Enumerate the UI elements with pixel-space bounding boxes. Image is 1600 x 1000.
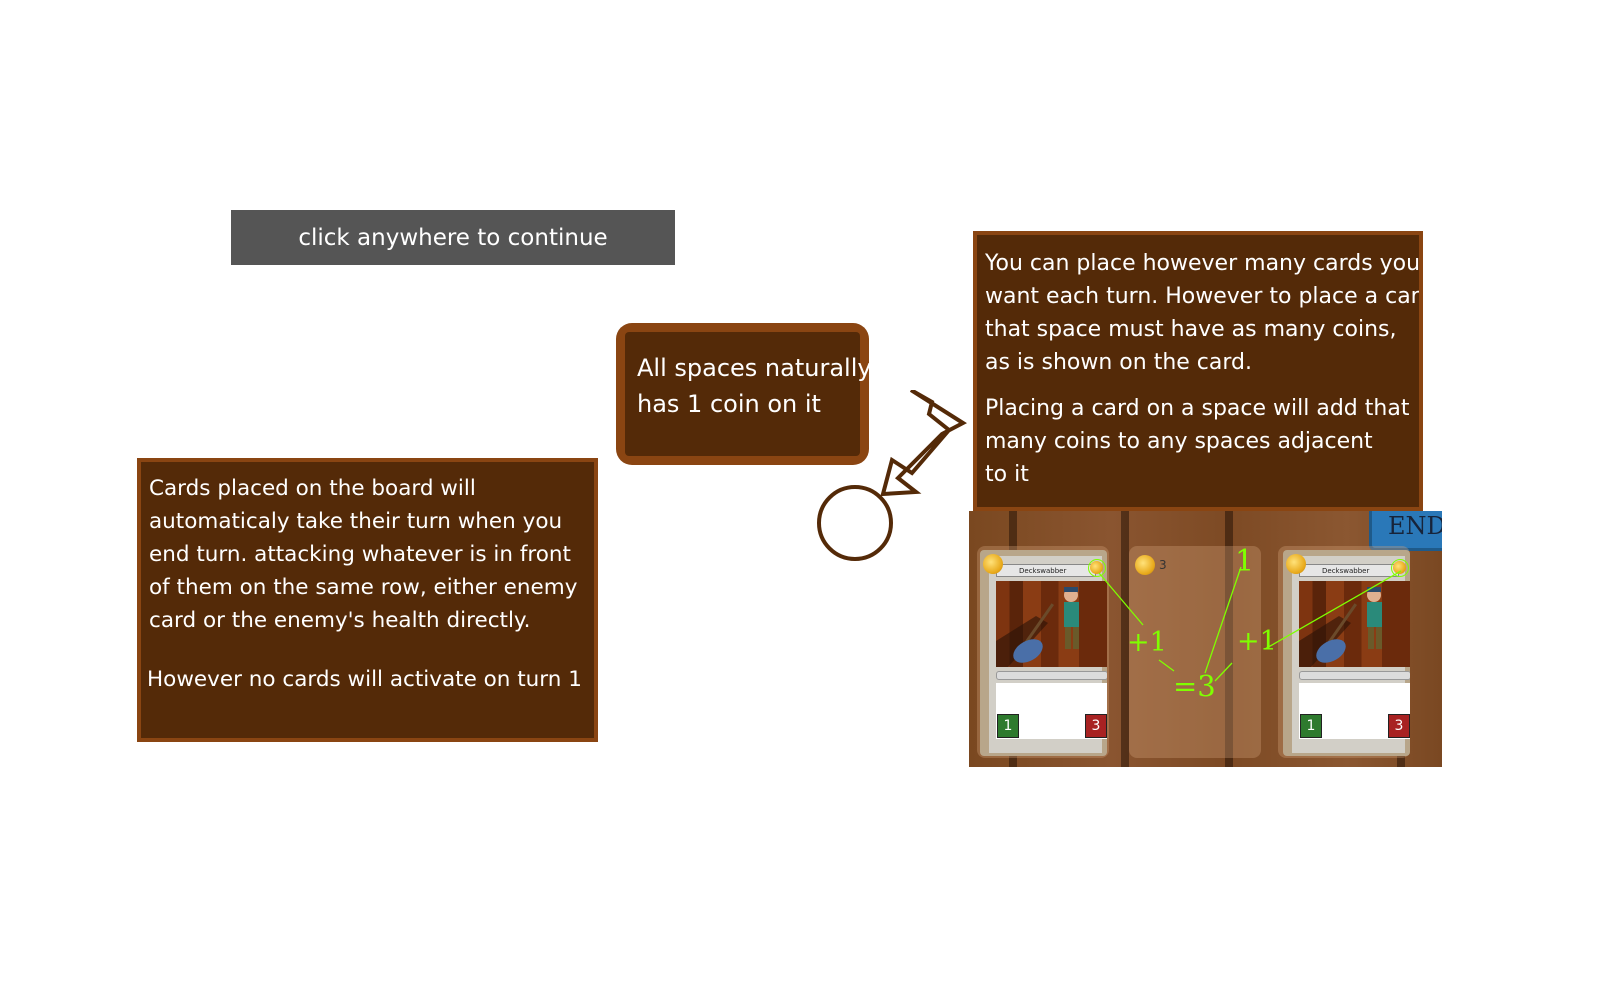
- tutorial-panel-placement-rules: You can place however many cards you wan…: [973, 231, 1423, 511]
- left-bonus-label: +1: [1127, 627, 1167, 658]
- continue-label: click anywhere to continue: [298, 224, 608, 251]
- total-coin-label: =3: [1173, 669, 1216, 703]
- placement-line: as is shown on the card.: [985, 350, 1252, 375]
- right-bonus-label: +1: [1237, 626, 1277, 657]
- placement-line: that space must have as many coins,: [985, 317, 1397, 342]
- placement-line: want each turn. However to place a card: [985, 284, 1423, 309]
- activation-text: Cards placed on the board will automatic…: [149, 476, 578, 633]
- placement-line: You can place however many cards you: [985, 251, 1421, 276]
- game-board: END 3 Deckswabber 1 3 Deckswabber 1 3 1 …: [969, 511, 1442, 767]
- continue-button[interactable]: click anywhere to continue: [231, 210, 675, 265]
- natural-coin-label: 1: [1235, 544, 1254, 579]
- natural-coin-line-1: All spaces naturally: [637, 354, 872, 382]
- tutorial-panel-card-activation: Cards placed on the board will automatic…: [137, 458, 598, 742]
- adjacency-rule-text: Placing a card on a space will add that …: [985, 392, 1419, 491]
- adjacency-line: many coins to any spaces adjacent: [985, 429, 1373, 454]
- turn-one-note: However no cards will activate on turn 1: [147, 667, 582, 692]
- coin-math-annotation: 1 +1 +1 =3: [1098, 544, 1402, 703]
- highlight-circle: [817, 485, 893, 561]
- adjacency-line: to it: [985, 462, 1029, 487]
- placement-rule-text: You can place however many cards you wan…: [985, 247, 1419, 379]
- pointer-arrow-icon: [817, 390, 967, 561]
- adjacency-line: Placing a card on a space will add that: [985, 396, 1410, 421]
